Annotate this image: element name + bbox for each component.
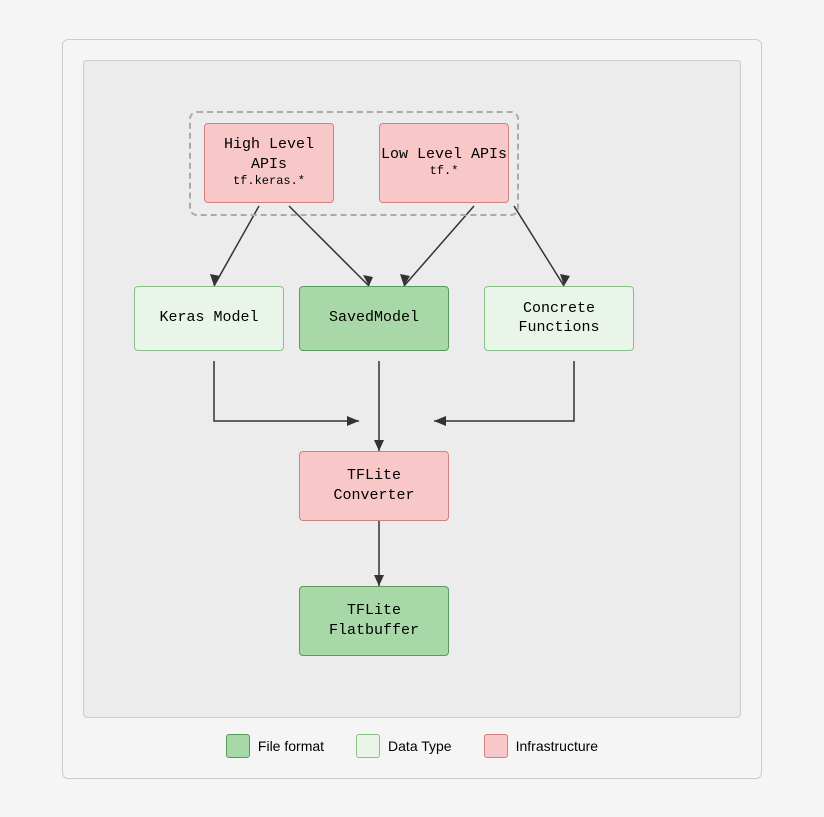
diagram-area: High Level APIs tf.keras.* Low Level API… bbox=[83, 60, 741, 718]
tflite-flatbuffer-label: TFLiteFlatbuffer bbox=[329, 601, 419, 640]
legend-item-file-format: File format bbox=[226, 734, 324, 758]
legend-icon-data-type bbox=[356, 734, 380, 758]
high-level-api-sublabel: tf.keras.* bbox=[233, 174, 305, 190]
legend-icon-file-format bbox=[226, 734, 250, 758]
saved-model-label: SavedModel bbox=[329, 308, 419, 328]
concrete-functions-box: Concrete Functions bbox=[484, 286, 634, 351]
keras-model-label: Keras Model bbox=[159, 308, 258, 328]
saved-model-box: SavedModel bbox=[299, 286, 449, 351]
legend-item-data-type: Data Type bbox=[356, 734, 452, 758]
high-level-api-box: High Level APIs tf.keras.* bbox=[204, 123, 334, 203]
outer-container: High Level APIs tf.keras.* Low Level API… bbox=[62, 39, 762, 779]
low-level-api-sublabel: tf.* bbox=[430, 164, 459, 180]
high-level-api-label: High Level APIs bbox=[205, 135, 333, 174]
legend: File format Data Type Infrastructure bbox=[83, 734, 741, 758]
tflite-converter-label: TFLiteConverter bbox=[333, 466, 414, 505]
keras-model-box: Keras Model bbox=[134, 286, 284, 351]
legend-icon-infrastructure bbox=[484, 734, 508, 758]
legend-label-file-format: File format bbox=[258, 738, 324, 754]
legend-item-infrastructure: Infrastructure bbox=[484, 734, 598, 758]
tflite-converter-box: TFLiteConverter bbox=[299, 451, 449, 521]
low-level-api-label: Low Level APIs bbox=[381, 145, 507, 165]
concrete-functions-label: Concrete Functions bbox=[485, 299, 633, 338]
tflite-flatbuffer-box: TFLiteFlatbuffer bbox=[299, 586, 449, 656]
legend-label-data-type: Data Type bbox=[388, 738, 452, 754]
legend-label-infrastructure: Infrastructure bbox=[516, 738, 598, 754]
low-level-api-box: Low Level APIs tf.* bbox=[379, 123, 509, 203]
